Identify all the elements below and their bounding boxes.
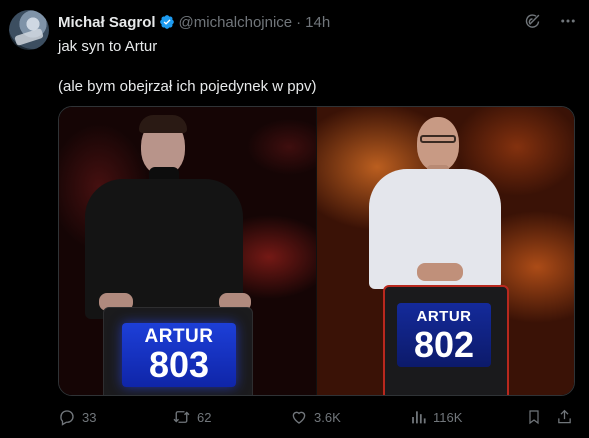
separator-dot: · bbox=[296, 13, 302, 31]
tweet-header: Michał Sagrol @michalchojnice · 14h bbox=[58, 12, 539, 32]
bookmark-icon bbox=[529, 410, 539, 425]
share-icon bbox=[558, 409, 571, 424]
bookmark-button[interactable] bbox=[526, 408, 542, 426]
tweet-media[interactable]: ARTUR 803 ARTUR 802 bbox=[58, 106, 575, 396]
right-person-hands bbox=[417, 263, 463, 281]
reply-count: 33 bbox=[82, 409, 97, 425]
more-icon[interactable] bbox=[559, 12, 577, 30]
like-button[interactable]: 3.6K bbox=[290, 408, 341, 426]
reply-icon bbox=[60, 410, 74, 426]
repost-button[interactable]: 62 bbox=[172, 408, 211, 426]
author-handle[interactable]: @michalchojnice bbox=[179, 14, 293, 31]
timestamp[interactable]: 14h bbox=[305, 14, 330, 31]
share-button[interactable] bbox=[556, 408, 573, 426]
left-podium-screen: ARTUR 803 bbox=[122, 323, 236, 387]
verified-badge-icon bbox=[159, 15, 174, 29]
views-icon bbox=[412, 411, 426, 424]
tweet-text: jak syn to Artur (ale bym obejrzał ich p… bbox=[58, 37, 577, 97]
heart-icon bbox=[292, 411, 306, 424]
avatar[interactable] bbox=[9, 10, 49, 50]
reply-button[interactable]: 33 bbox=[58, 408, 96, 426]
media-left-panel: ARTUR 803 bbox=[59, 107, 317, 395]
author-name[interactable]: Michał Sagrol bbox=[58, 14, 156, 31]
left-person-hair bbox=[139, 115, 187, 133]
like-count: 3.6K bbox=[314, 409, 341, 425]
right-podium-score: 802 bbox=[413, 324, 475, 365]
views-button[interactable]: 116K bbox=[410, 408, 462, 426]
views-count: 116K bbox=[433, 409, 463, 425]
right-person-head bbox=[417, 117, 459, 171]
repost-count: 62 bbox=[197, 409, 212, 425]
repost-icon bbox=[173, 411, 190, 423]
media-right-panel: ARTUR 802 bbox=[317, 107, 574, 395]
left-podium-score: 803 bbox=[148, 344, 210, 385]
grok-icon[interactable] bbox=[524, 13, 541, 30]
right-podium-screen: ARTUR 802 bbox=[397, 303, 491, 367]
tweet-actions: 33 62 3.6K 116K bbox=[58, 408, 579, 428]
tweet-line-2: (ale bym obejrzał ich pojedynek w ppv) bbox=[58, 78, 317, 95]
header-actions bbox=[524, 12, 577, 30]
right-person-glasses bbox=[420, 135, 456, 143]
tweet-line-1: jak syn to Artur bbox=[58, 38, 158, 55]
